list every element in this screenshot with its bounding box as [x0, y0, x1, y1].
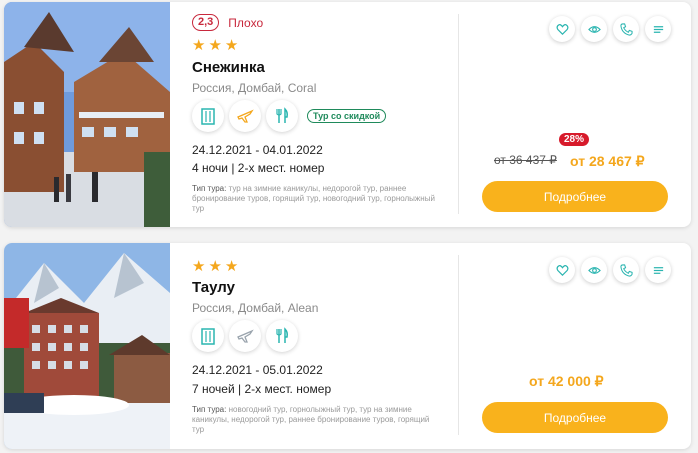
call-button[interactable] [613, 16, 639, 42]
rating: 2,3 Плохо [192, 14, 263, 31]
phone-icon [619, 22, 633, 36]
eye-icon [587, 25, 601, 33]
rating-score: 2,3 [192, 14, 220, 31]
tour-nights: 7 ночей | 2-х мест. номер [192, 382, 332, 396]
view-button[interactable] [581, 257, 607, 283]
hotel-name[interactable]: Снежинка [192, 59, 265, 76]
details-button[interactable]: Подробнее [482, 181, 668, 212]
amenities: Тур со скидкой [192, 100, 387, 132]
hotel-photo[interactable] [4, 243, 170, 449]
star-icon: ★ [192, 37, 206, 54]
tour-types: Тип тура: новогодний тур, горнолыжный ту… [192, 405, 442, 435]
star-rating: ★ ★ ★ [192, 259, 238, 274]
favorite-button[interactable] [549, 257, 575, 283]
call-button[interactable] [613, 257, 639, 283]
amenities [192, 320, 298, 352]
hotel-card[interactable]: ★ ★ ★ Таулу Россия, Домбай, Alean 24.12.… [4, 243, 691, 449]
tour-types-label: Тип тура: [192, 405, 227, 414]
eye-icon [587, 266, 601, 274]
rating-label: Плохо [228, 15, 264, 30]
building-icon[interactable] [192, 100, 224, 132]
building-icon[interactable] [192, 320, 224, 352]
star-icon: ★ [224, 37, 239, 54]
compare-button[interactable] [645, 16, 671, 42]
plane-icon[interactable] [229, 320, 261, 352]
discount-percent-badge: 28% [559, 133, 590, 146]
hotel-photo[interactable] [4, 2, 170, 227]
plane-icon[interactable] [229, 100, 261, 132]
star-icon: ★ [208, 37, 222, 54]
tour-nights: 4 ночи | 2-х мест. номер [192, 161, 325, 175]
hotel-card[interactable]: 2,3 Плохо ★ ★ ★ Снежинка Россия, Домбай,… [4, 2, 691, 227]
divider [458, 255, 459, 435]
filter-icon [653, 266, 663, 274]
price: от 42 000 ₽ [529, 373, 604, 389]
tour-dates: 24.12.2021 - 05.01.2022 [192, 363, 323, 377]
heart-icon [556, 23, 568, 35]
details-button[interactable]: Подробнее [482, 402, 668, 433]
old-price: от 36 437 ₽ [494, 153, 557, 167]
tour-types: Тип тура: тур на зимние каникулы, недоро… [192, 184, 442, 214]
filter-icon [653, 25, 663, 33]
price: от 28 467 ₽ [570, 153, 645, 169]
star-icon: ★ [192, 258, 206, 275]
tour-types-list: тур на зимние каникулы, недорогой тур, р… [192, 184, 435, 213]
heart-icon [556, 264, 568, 276]
hotel-location: Россия, Домбай, Alean [192, 301, 319, 315]
card-actions [549, 257, 671, 283]
star-icon: ★ [208, 258, 222, 275]
view-button[interactable] [581, 16, 607, 42]
card-actions [549, 16, 671, 42]
divider [458, 14, 459, 214]
compare-button[interactable] [645, 257, 671, 283]
tour-dates: 24.12.2021 - 04.01.2022 [192, 143, 323, 157]
hotel-name[interactable]: Таулу [192, 279, 235, 296]
discount-tour-badge: Тур со скидкой [307, 109, 387, 123]
phone-icon [619, 263, 633, 277]
tour-types-label: Тип тура: [192, 184, 227, 193]
star-rating: ★ ★ ★ [192, 38, 238, 53]
tour-types-list: новогодний тур, горнолыжный тур, тур на … [192, 405, 430, 434]
star-icon: ★ [224, 258, 239, 275]
hotel-location: Россия, Домбай, Coral [192, 81, 317, 95]
favorite-button[interactable] [549, 16, 575, 42]
cutlery-icon[interactable] [266, 100, 298, 132]
cutlery-icon[interactable] [266, 320, 298, 352]
